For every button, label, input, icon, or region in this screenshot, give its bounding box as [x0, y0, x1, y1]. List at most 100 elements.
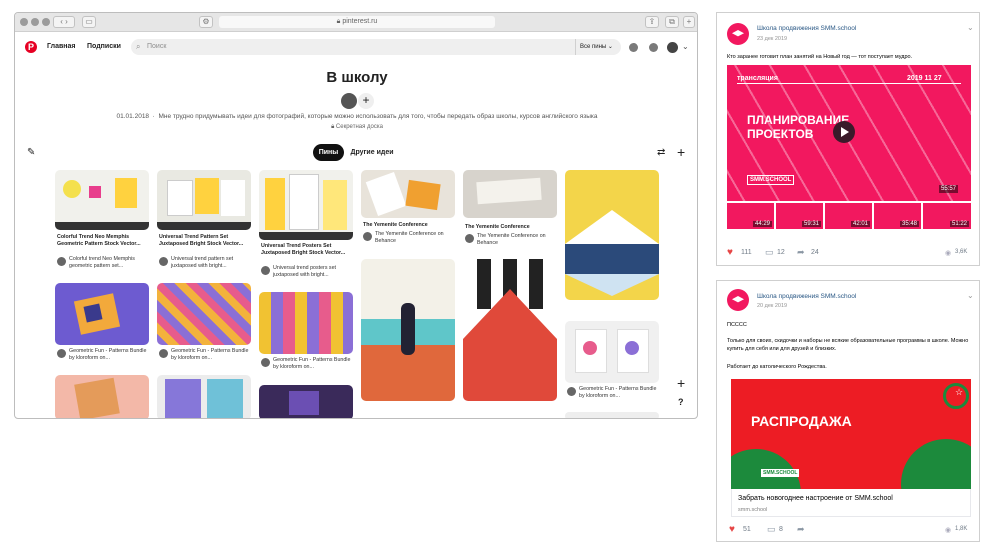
pin-title[interactable]: The Yemenite Conference: [465, 224, 555, 231]
broadcast-badge: трансляция: [737, 75, 778, 82]
pin-subtitle: Geometric Fun - Patterns Bundle by kloro…: [579, 386, 657, 399]
pin-title[interactable]: Colorful Trend Neo Memphis Geometric Pat…: [57, 234, 147, 247]
close-window-icon[interactable]: [20, 18, 28, 26]
tab-pins[interactable]: Пины: [313, 144, 344, 161]
pin-source-avatar: [261, 358, 270, 367]
comment-icon[interactable]: ▭: [767, 524, 776, 535]
url-text: pinterest.ru: [342, 18, 378, 25]
pin-image[interactable]: [259, 385, 353, 418]
play-icon[interactable]: [833, 121, 855, 143]
video-thumbnail[interactable]: 51:22: [923, 203, 971, 229]
pin-title[interactable]: Universal Trend Posters Set Juxtaposed B…: [261, 243, 351, 256]
board-description-text: Мне трудно придумывать идеи для фотограф…: [158, 113, 598, 120]
pin-subtitle: Universal trend pattern set juxtaposed w…: [171, 256, 234, 269]
video-thumbnail[interactable]: 59:31: [776, 203, 823, 229]
nav-following[interactable]: Подписки: [87, 43, 121, 50]
edit-pencil-icon[interactable]: ✎: [27, 147, 35, 158]
pin-title[interactable]: The Yemenite Conference: [363, 222, 453, 229]
like-icon[interactable]: ♥: [727, 247, 733, 258]
notifications-icon[interactable]: [629, 43, 638, 52]
pin-image[interactable]: [259, 292, 353, 354]
banner-logo: SMM.SCHOOL: [761, 469, 800, 477]
chevron-down-icon[interactable]: ⌄: [967, 23, 974, 32]
add-pin-icon[interactable]: +: [677, 144, 685, 160]
views-count: 3,6K: [955, 249, 968, 255]
comments-count: 8: [779, 526, 783, 533]
zoom-window-icon[interactable]: [42, 18, 50, 26]
pin-image[interactable]: [259, 170, 353, 240]
browser-window: ‹ › ▭ ⚙ 🔒︎ pinterest.ru ⇪ ⧉ + P Главная …: [14, 12, 698, 419]
pin-image[interactable]: [157, 170, 251, 230]
messages-icon[interactable]: [649, 43, 658, 52]
board-owner-avatar[interactable]: [341, 93, 357, 109]
post-author[interactable]: Школа продвижения SMM.school: [757, 25, 856, 32]
repost-icon[interactable]: ➦: [797, 524, 805, 535]
board-title: В школу: [326, 69, 388, 86]
pin-image[interactable]: [361, 259, 455, 401]
search-input[interactable]: ⌕ Поиск: [131, 39, 621, 55]
video-thumbnail[interactable]: 42:01: [825, 203, 872, 229]
tabs-icon[interactable]: ⧉: [665, 16, 679, 28]
tab-other-ideas[interactable]: Другие идеи: [348, 144, 396, 161]
post-date[interactable]: 20 дек 2019: [757, 303, 787, 309]
pin-image[interactable]: [361, 170, 455, 218]
pin-subtitle: Geometric Fun - Patterns Bundle by kloro…: [273, 357, 351, 370]
pinterest-logo-icon[interactable]: P: [25, 41, 37, 53]
post-text-line3: Работает до католического Рождества.: [727, 364, 827, 370]
pin-image[interactable]: [565, 321, 659, 383]
pin-source-avatar: [567, 387, 576, 396]
repost-icon[interactable]: ➦: [797, 247, 805, 258]
video-thumbnail[interactable]: 44:29: [727, 203, 774, 229]
back-forward-buttons[interactable]: ‹ ›: [53, 16, 75, 28]
pin-image[interactable]: [463, 170, 557, 218]
settings-icon[interactable]: ⚙: [199, 16, 213, 28]
share-icon[interactable]: ⇪: [645, 16, 659, 28]
pin-image[interactable]: [463, 259, 557, 401]
video-date: 2019 11 27: [907, 75, 942, 82]
pin-image[interactable]: [565, 412, 659, 418]
post-text-line2: Только для своих, скидочки и наборы не в…: [727, 338, 969, 352]
video-player[interactable]: трансляция 2019 11 27 ПЛАНИРОВАНИЕ ПРОЕК…: [727, 65, 971, 201]
address-bar[interactable]: 🔒︎ pinterest.ru: [219, 16, 495, 28]
smm-school-logo: SMM.SCHOOL: [747, 175, 795, 185]
browser-toolbar: ‹ › ▭ ⚙ 🔒︎ pinterest.ru ⇪ ⧉ +: [15, 13, 697, 32]
new-tab-icon[interactable]: +: [683, 16, 695, 28]
post-author[interactable]: Школа продвижения SMM.school: [757, 293, 856, 300]
pin-image[interactable]: [55, 375, 149, 418]
post-text-line1: ПСССС: [727, 322, 747, 328]
sale-banner[interactable]: РАСПРОДАЖА SMM.SCHOOL ☆: [731, 379, 971, 489]
comments-count: 12: [777, 249, 785, 256]
pin-image[interactable]: [55, 170, 149, 230]
community-avatar[interactable]: [727, 289, 749, 311]
organize-icon[interactable]: ⇄: [657, 147, 665, 158]
pin-image[interactable]: [157, 283, 251, 345]
likes-count: 111: [741, 249, 752, 256]
bookmark-star-icon[interactable]: ☆: [955, 387, 963, 398]
pin-title[interactable]: Universal Trend Pattern Set Juxtaposed B…: [159, 234, 249, 247]
community-avatar[interactable]: [727, 23, 749, 45]
thumb-duration: 59:31: [801, 221, 821, 227]
all-pins-dropdown[interactable]: Все пины ⌄: [575, 39, 621, 55]
nav-home[interactable]: Главная: [47, 43, 75, 50]
chevron-down-icon[interactable]: ⌄: [967, 291, 974, 300]
pin-image[interactable]: [157, 375, 251, 418]
pin-image[interactable]: [55, 283, 149, 345]
reposts-count: 24: [811, 249, 819, 256]
add-collaborator-button[interactable]: +: [358, 93, 374, 109]
sidebar-icon[interactable]: ▭: [82, 16, 96, 28]
minimize-window-icon[interactable]: [31, 18, 39, 26]
profile-avatar[interactable]: [667, 42, 678, 53]
views-icon: ◉: [945, 527, 952, 534]
add-floating-icon[interactable]: +: [677, 375, 685, 391]
account-chevron-icon[interactable]: ⌄: [682, 42, 689, 51]
video-thumbnail[interactable]: 35:48: [874, 203, 921, 229]
pinterest-header: P Главная Подписки ⌕ Поиск Все пины ⌄ ⌄: [15, 33, 697, 61]
thumb-duration: 42:01: [850, 221, 870, 227]
like-icon[interactable]: ♥: [729, 524, 735, 535]
vk-post: Школа продвижения SMM.school 23 дек 2019…: [716, 12, 980, 266]
post-date[interactable]: 23 дек 2019: [757, 36, 787, 42]
link-snippet[interactable]: Забрать новогоднее настроение от SMM.sch…: [731, 489, 971, 517]
help-button[interactable]: ?: [678, 397, 684, 407]
comment-icon[interactable]: ▭: [765, 247, 774, 258]
pin-image[interactable]: [565, 170, 659, 300]
